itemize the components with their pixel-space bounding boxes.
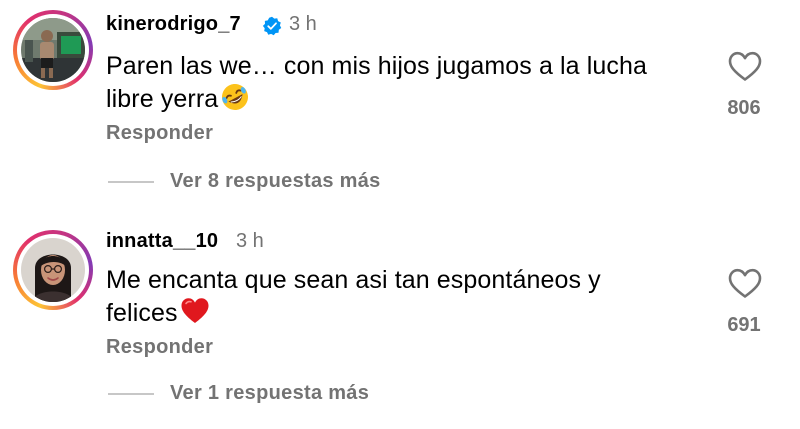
comment-timestamp: 3 h: [289, 13, 317, 35]
avatar: [21, 238, 85, 302]
story-ring-avatar[interactable]: [13, 230, 93, 310]
like-count: 691: [727, 314, 761, 336]
heart-outline-icon[interactable]: [728, 268, 762, 299]
comment-text-line: libre yerra: [106, 85, 219, 113]
like-count: 806: [727, 97, 761, 119]
view-replies-button[interactable]: Ver 1 respuesta más: [170, 382, 369, 405]
comment-text-line: Me encanta que sean asi tan espontáneos …: [106, 266, 601, 294]
thread-divider: [108, 181, 154, 183]
story-ring-avatar[interactable]: [13, 10, 93, 90]
thread-divider: [108, 393, 154, 395]
comment-text-line: felices: [106, 299, 178, 327]
avatar-photo-portrait: [21, 238, 85, 302]
rolling-on-the-floor-laughing-icon: [222, 84, 249, 110]
comment-timestamp: 3 h: [236, 230, 264, 252]
comment-text: Paren las we… con mis hijos jugamos a la…: [106, 51, 696, 115]
verified-badge-icon: [262, 16, 282, 36]
comment-text: Me encanta que sean asi tan espontáneos …: [106, 265, 696, 329]
avatar-ring-gap: [17, 234, 89, 306]
avatar-photo-gym: [21, 18, 85, 82]
red-heart-icon: [181, 298, 209, 323]
username[interactable]: innatta__10: [106, 230, 218, 253]
avatar-ring-gap: [17, 14, 89, 86]
username[interactable]: kinerodrigo_7: [106, 13, 241, 36]
reply-button[interactable]: Responder: [106, 336, 213, 359]
comment-text-line: Paren las we… con mis hijos jugamos a la…: [106, 52, 647, 80]
avatar: [21, 18, 85, 82]
comment-text-line-last: libre yerra: [106, 82, 696, 115]
heart-outline-icon[interactable]: [728, 51, 762, 82]
view-replies-button[interactable]: Ver 8 respuestas más: [170, 170, 381, 193]
comment-text-line-last: felices: [106, 296, 696, 329]
reply-button[interactable]: Responder: [106, 122, 213, 145]
